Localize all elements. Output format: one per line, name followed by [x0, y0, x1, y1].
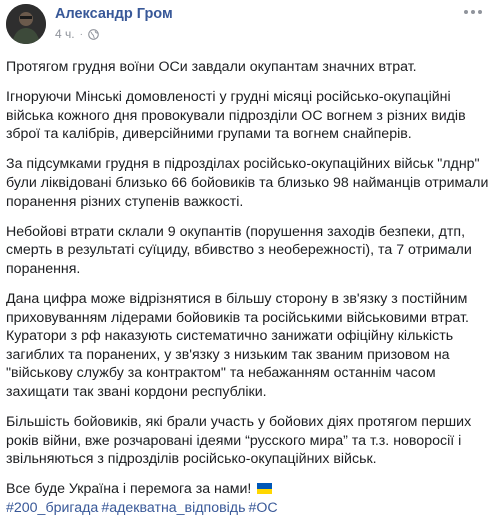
hashtag-link[interactable]: #адекватна_відповідь: [101, 499, 245, 518]
post-paragraph: Небойові втрати склали 9 окупантів (пору…: [6, 223, 472, 277]
post-paragraph: Куратори з рф наказують систематично зан…: [6, 328, 454, 400]
post-paragraph: Більшість бойовиків, які брали участь у …: [6, 414, 472, 468]
hashtag-link[interactable]: #ОС: [248, 499, 277, 518]
closing-line: Все буде Україна і перемога за нами!: [6, 480, 492, 499]
ukraine-flag-icon: [257, 483, 273, 495]
author-name[interactable]: Александр Гром: [55, 6, 173, 22]
hashtag-list: #200_бригада #адекватна_відповідь #ОС: [6, 499, 492, 518]
post-time[interactable]: 4 ч.: [55, 27, 75, 41]
post-paragraph: Ігноруючи Мінські домовленості у грудні …: [6, 89, 466, 143]
globe-icon: [88, 28, 99, 40]
meta-separator: ·: [79, 28, 83, 40]
flag-bottom-stripe: [257, 488, 273, 495]
hashtag-link[interactable]: #200_бригада: [6, 499, 98, 518]
post-paragraph: Дана цифра може відрізнятися в більшу ст…: [6, 290, 469, 326]
post-paragraph: За підсумками грудня в підрозділах росій…: [6, 156, 489, 210]
avatar-photo: [6, 4, 46, 44]
closing-text: Все буде Україна і перемога за нами!: [6, 481, 252, 498]
more-dot: [464, 10, 468, 14]
post-paragraph: Протягом грудня воїни ОСи завдали окупан…: [6, 59, 417, 75]
more-options-icon[interactable]: [461, 3, 485, 21]
facebook-post: Александр Гром 4 ч. · Протягом грудня во…: [0, 0, 495, 524]
avatar[interactable]: [6, 4, 46, 44]
more-dot: [471, 10, 475, 14]
post-meta: 4 ч. ·: [55, 27, 99, 41]
more-dot: [478, 10, 482, 14]
post-body: Протягом грудня воїни ОСи завдали окупан…: [6, 58, 492, 517]
